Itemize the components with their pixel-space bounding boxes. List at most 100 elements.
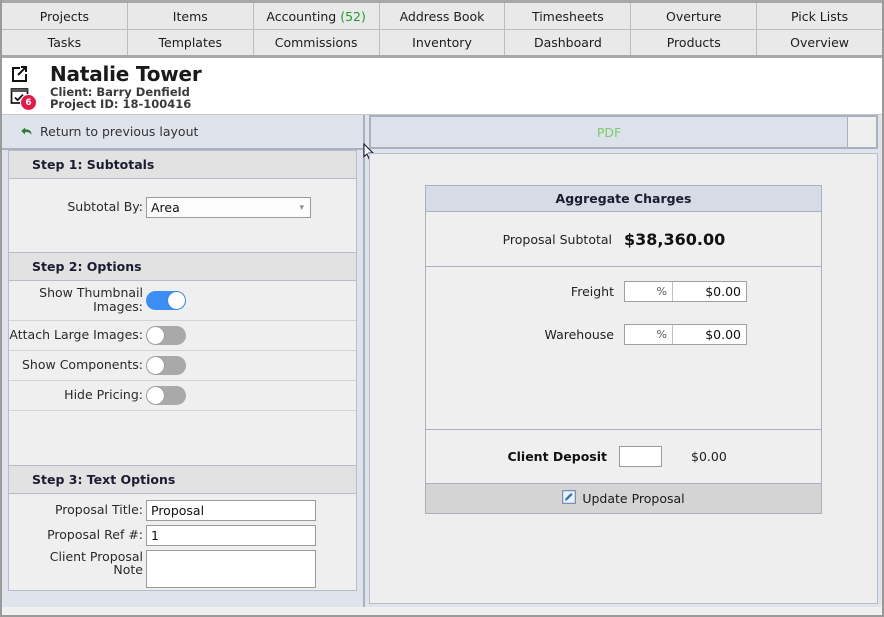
warehouse-row: Warehouse % $0.00 <box>426 324 821 345</box>
toggle-show-thumbnail-images[interactable] <box>146 290 186 310</box>
tab-bar-empty-slot[interactable] <box>848 117 876 147</box>
step3-title: Step 3: Text Options <box>9 465 356 494</box>
nav-tab-label: Overture <box>666 8 722 24</box>
subtotal-by-label: Subtotal By: <box>67 199 143 215</box>
freight-row: Freight % $0.00 <box>426 281 821 302</box>
freight-percent-input[interactable]: % <box>625 282 673 301</box>
toggle-knob <box>147 326 164 344</box>
proposal-preview-pane: Aggregate Charges Proposal Subtotal $38,… <box>369 153 878 604</box>
nav-tab-label: Commissions <box>274 35 358 50</box>
step1-subtotals-panel: Step 1: Subtotals Subtotal By: Area ▾ <box>8 150 357 253</box>
proposal-title-input[interactable]: Proposal <box>146 499 316 521</box>
proposal-ref-label: Proposal Ref #: <box>47 527 143 543</box>
accounting-count-badge: (52) <box>340 8 366 24</box>
project-header: 6 Natalie Tower Client: Barry Denfield P… <box>2 58 882 161</box>
nav-tab-label: Overview <box>790 35 850 50</box>
nav-tab-label: Accounting <box>266 8 337 24</box>
nav-tab-timesheets[interactable]: Timesheets <box>505 3 632 29</box>
nav-tab-items[interactable]: Items <box>127 3 254 29</box>
proposal-title-row: Proposal Title: Proposal <box>9 498 356 523</box>
option-row-show-thumbnail-images: Show Thumbnail Images: <box>9 281 356 321</box>
step3-text-options-panel: Step 3: Text Options Proposal Title: Pro… <box>8 465 357 591</box>
nav-tab-label: Timesheets <box>531 8 604 24</box>
nav-tab-dashboard[interactable]: Dashboard <box>505 30 632 55</box>
client-proposal-note-label: Client Proposal Note <box>9 550 146 577</box>
warehouse-percent-input[interactable]: % <box>625 325 673 344</box>
nav-tab-label: Dashboard <box>533 35 602 50</box>
client-deposit-value: $0.00 <box>691 449 727 464</box>
nav-tab-overview[interactable]: Overview <box>757 30 883 55</box>
task-count-badge[interactable]: 6 <box>20 94 37 111</box>
nav-tab-commissions[interactable]: Commissions <box>253 30 380 55</box>
client-deposit-row: Client Deposit $0.00 <box>426 429 821 483</box>
toggle-hide-pricing[interactable] <box>146 385 186 405</box>
note-label-line2: Note <box>113 562 143 578</box>
client-deposit-input[interactable] <box>619 446 662 467</box>
freight-input-group: % $0.00 <box>624 281 747 302</box>
aggregate-charges-card: Aggregate Charges Proposal Subtotal $38,… <box>425 185 822 514</box>
nav-tab-templates[interactable]: Templates <box>127 30 254 55</box>
proposal-ref-value: 1 <box>151 527 159 543</box>
step3-body: Proposal Title: Proposal Proposal Ref #:… <box>9 493 356 590</box>
nav-tab-label: Address Book <box>399 8 485 24</box>
toggle-knob <box>147 386 164 404</box>
project-id-line: Project ID: 18-100416 <box>50 97 192 112</box>
proposal-subtotal-label: Proposal Subtotal <box>502 231 612 247</box>
aggregate-charges-title: Aggregate Charges <box>426 186 821 212</box>
return-to-previous-layout-button[interactable]: Return to previous layout <box>2 115 363 150</box>
aggregate-charge-rows: Freight % $0.00 Warehouse % $0.00 <box>426 267 821 429</box>
tab-pdf-label: PDF <box>596 124 622 140</box>
proposal-ref-input[interactable]: 1 <box>146 524 316 546</box>
toggle-show-components[interactable] <box>146 355 186 375</box>
nav-tab-label: Projects <box>39 8 90 24</box>
freight-label: Freight <box>570 284 614 299</box>
nav-tab-address-book[interactable]: Address Book <box>379 3 506 29</box>
nav-row-primary: Projects Items Accounting (52) Address B… <box>2 3 883 29</box>
step2-title: Step 2: Options <box>9 253 356 281</box>
nav-tab-tasks[interactable]: Tasks <box>2 30 128 55</box>
subtotal-by-select[interactable]: Area ▾ <box>146 197 311 218</box>
note-label-line1: Client Proposal <box>49 548 143 564</box>
warehouse-label: Warehouse <box>544 327 614 342</box>
left-sidebar: Return to previous layout Step 1: Subtot… <box>2 115 365 607</box>
option-row-show-components: Show Components: <box>9 351 356 381</box>
nav-tab-inventory[interactable]: Inventory <box>379 30 506 55</box>
step2-spacer <box>9 410 356 465</box>
client-deposit-label: Client Deposit <box>507 449 607 464</box>
document-tab-bar: PDF <box>369 115 878 149</box>
nav-tab-label: Items <box>172 8 208 24</box>
subtotal-by-value: Area <box>151 200 180 215</box>
step1-body: Subtotal By: Area ▾ <box>9 179 356 252</box>
page-title: Natalie Tower <box>50 62 202 86</box>
nav-tab-products[interactable]: Products <box>631 30 758 55</box>
right-content-column: PDF Aggregate Charges Proposal Subtotal … <box>365 115 882 607</box>
nav-row-secondary: Tasks Templates Commissions Inventory Da… <box>2 29 883 55</box>
step2-options-panel: Step 2: Options Show Thumbnail Images: A… <box>8 253 357 466</box>
update-proposal-button[interactable]: Update Proposal <box>426 483 821 513</box>
freight-amount-input[interactable]: $0.00 <box>673 282 746 301</box>
warehouse-amount-input[interactable]: $0.00 <box>673 325 746 344</box>
proposal-ref-row: Proposal Ref #: 1 <box>9 523 356 548</box>
option-label: Show Components: <box>22 357 143 373</box>
toggle-attach-large-images[interactable] <box>146 325 186 345</box>
nav-tab-label: Inventory <box>412 35 472 50</box>
update-proposal-label: Update Proposal <box>582 491 685 506</box>
option-row-attach-large-images: Attach Large Images: <box>9 321 356 351</box>
client-proposal-note-row: Client Proposal Note <box>9 548 356 590</box>
nav-tab-overture[interactable]: Overture <box>631 3 758 29</box>
step1-title: Step 1: Subtotals <box>9 151 356 179</box>
nav-tab-accounting[interactable]: Accounting (52) <box>253 3 380 29</box>
nav-tab-label: Templates <box>158 35 223 50</box>
project-header-text: Natalie Tower Client: Barry Denfield Pro… <box>48 62 202 112</box>
nav-tab-projects[interactable]: Projects <box>2 3 128 29</box>
client-proposal-note-textarea[interactable] <box>146 549 316 588</box>
warehouse-input-group: % $0.00 <box>624 324 747 345</box>
proposal-title-label: Proposal Title: <box>54 502 143 518</box>
external-link-icon[interactable] <box>10 64 29 83</box>
content-area: Return to previous layout Step 1: Subtot… <box>2 115 882 607</box>
subtotal-by-row: Subtotal By: Area ▾ <box>9 192 356 223</box>
nav-tab-pick-lists[interactable]: Pick Lists <box>757 3 883 29</box>
tab-pdf[interactable]: PDF <box>371 117 848 147</box>
nav-tab-label: Pick Lists <box>790 8 849 24</box>
step2-body: Show Thumbnail Images: Attach Large Imag… <box>9 281 356 465</box>
